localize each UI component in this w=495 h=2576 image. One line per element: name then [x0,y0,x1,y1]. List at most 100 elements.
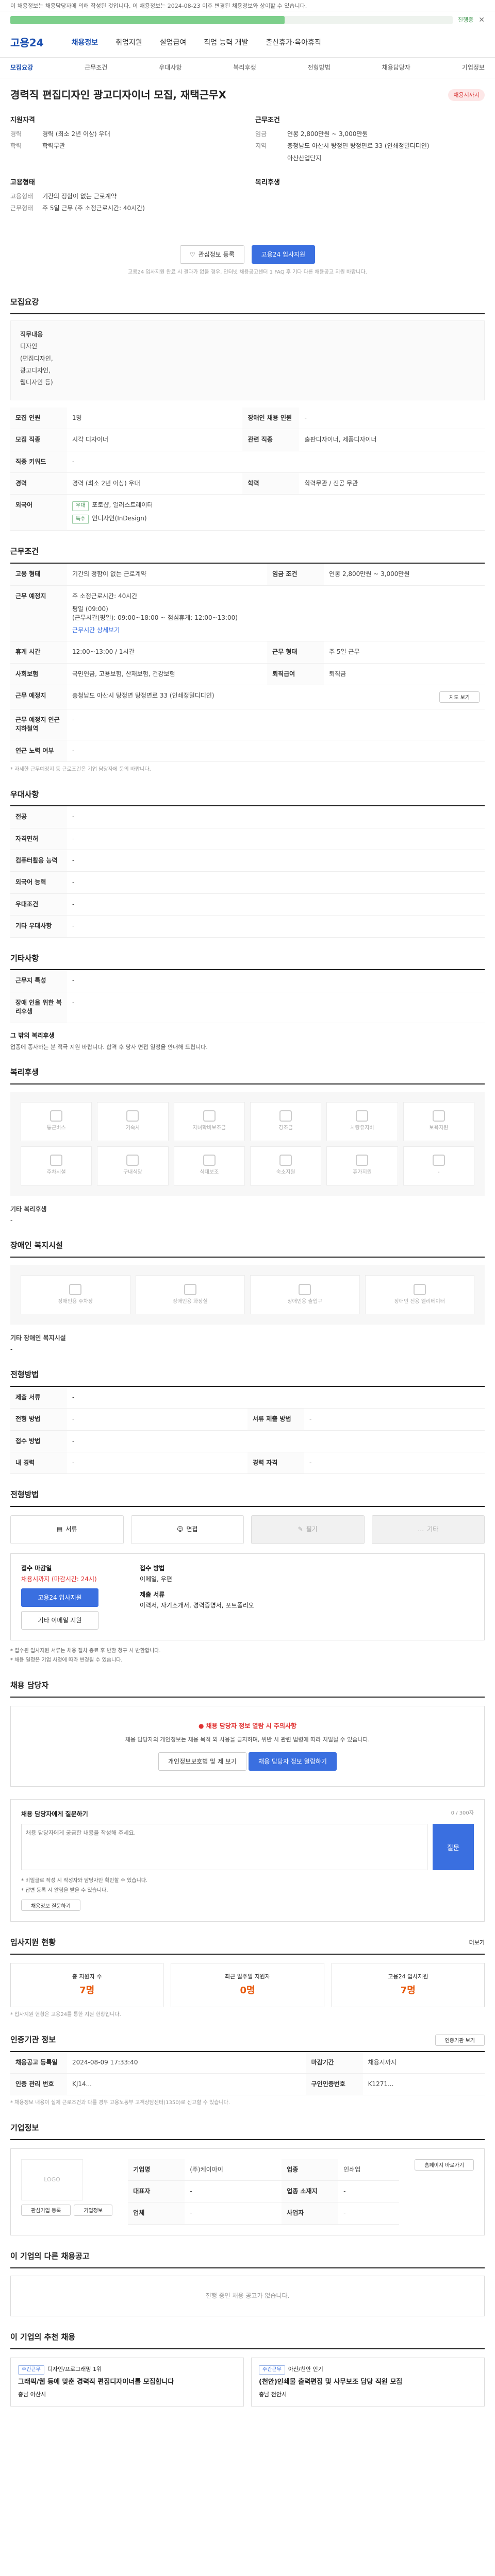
welfare-item: 보육지원 [403,1101,474,1141]
interview-icon: ☺ [176,1526,184,1533]
pref-section: 우대사항 전공 - 자격면허 - 컴퓨터활용 능력 - 외국어 능력 - 우대조건 - 기… [0,789,495,938]
tab-work[interactable]: 근무조건 [85,63,107,72]
reg-button[interactable]: 인증기관 보기 [435,2034,485,2046]
row-key: 사회보험 [10,663,67,685]
company-section: 기업정보 LOGO 관심기업 등록 기업정보 기업명 (주)케이아이 업종 인쇄업 대… [0,2123,495,2235]
gnb-item-training[interactable]: 직업 능력 개발 [204,38,248,48]
tab-pref[interactable]: 우대사항 [159,63,182,72]
company-fav-button[interactable]: 관심기업 등록 [21,2204,71,2216]
employ-type-label: 고용형태 [10,179,35,187]
row-key: 컴퓨터활용 능력 [10,850,67,872]
row-value: - [67,893,485,916]
company-title: 기업정보 [10,2123,485,2140]
welfare-grid: 통근버스 기숙사 자녀학비보조금 경조금 차량유지비 보육지원 주차시설 구내식… [10,1091,485,1196]
email-apply-button[interactable]: 기타 이메일 지원 [21,1611,98,1630]
row-key: 제출 서류 [10,1386,67,1409]
parking-icon [50,1155,63,1166]
row-value: 주 5일 근무 [324,641,485,664]
row-value: - [67,1452,248,1475]
company-info-button[interactable]: 기업정보 [74,2204,113,2216]
row-key: 퇴직급여 [267,663,324,685]
privacy-button[interactable]: 개인정보보호법 및 제 보기 [158,1752,246,1771]
qa-send-button[interactable]: 질문 [433,1824,474,1871]
tab-screening[interactable]: 전형방법 [308,63,331,72]
homepage-button[interactable]: 홈페이지 바로가기 [415,2159,474,2171]
heart-icon: ♡ [189,250,195,258]
row-key: 마감기간 [306,2052,363,2074]
status-progress: 진행중 ✕ [0,11,495,29]
job-title: 경력직 편집디자인 광고디자이너 모집, 재택근무X [10,89,226,101]
apply-button-2[interactable]: 고용24 입사지원 [21,1588,98,1607]
row-value: KJ14... [67,2073,306,2096]
recommend-card[interactable]: 주간근무 아산/천안 인기 (천안)인쇄물 출력편집 및 사무보조 담당 직원 모… [251,2357,485,2406]
welfare-item: 구내식당 [97,1146,169,1185]
row-key: 내 경력 [10,1452,67,1475]
stat-cards: 총 지원자 수 7명 최근 일주일 지원자 0명 고용24 입사지원 7명 [10,1963,485,2008]
row-key: 전형 방법 [10,1408,67,1431]
stats-note: * 입사지원 현황은 고용24를 통한 지원 현황입니다. [10,2012,121,2018]
row-key: 전공 [10,806,67,828]
tab-manager[interactable]: 채용담당자 [382,63,410,72]
schedule-line: 평일 (09:00) [72,605,108,613]
dorm-icon [126,1110,139,1122]
recommend-title: 이 기업의 추천 채용 [10,2332,485,2349]
apply-button[interactable]: 고용24 입사지원 [251,245,316,264]
disability-section: 장애인 복지시설 장애인용 주차장 장애인용 화장실 장애인용 출입구 장애인 … [0,1240,495,1354]
row-value: - [299,407,485,430]
rec-meta: 디자인/프로그래밍 1위 [47,2365,102,2372]
warning-icon: ● [198,1722,204,1730]
welfare-etc-label: 기타 복리후생 [10,1205,47,1213]
process-section: 전형방법 ▤ 서류 ☺ 면접 ✎ 필기 … 기타 접수 마감일 채용시까지 (마감시간:… [0,1489,495,1665]
row-key: 경력 [10,472,67,495]
recommend-section: 이 기업의 추천 채용 주간근무 디자인/프로그래밍 1위 그래픽/웹 등에 맞춘… [0,2332,495,2406]
row-value: - [67,806,485,828]
row-value: - [67,1430,485,1452]
gnb-item-leave[interactable]: 출산휴가·육아휴직 [266,38,321,48]
schedule-link[interactable]: 근무시간 상세보기 [72,626,480,635]
cafeteria-icon [126,1155,139,1166]
parking-icon [69,1283,82,1295]
row-value: - [67,850,485,872]
school-icon [203,1110,216,1122]
alert-body: 채용 담당자의 개인정보는 채용 목적 외 사용을 금지하며, 위반 시 관련 … [125,1736,370,1743]
view-manager-button[interactable]: 채용 담당자 정보 열람하기 [249,1752,337,1771]
duty-line: 디자인 [20,343,38,350]
qa-box: 채용 담당자에게 질문하기 0 / 300자 질문 * 비밀글로 작성 시 작성자… [10,1799,485,1922]
favorite-button[interactable]: ♡ 관심정보 등록 [179,245,244,264]
row-key: 근무지 특성 [10,970,67,992]
duty-line: 광고디자인, [20,367,51,375]
row-key: 학력 [242,472,300,495]
others-section: 이 기업의 다른 채용공고 진행 중인 채용 공고가 없습니다. [0,2251,495,2316]
tab-welfare[interactable]: 복리후생 [233,63,256,72]
tab-recruit[interactable]: 모집요강 [10,63,33,72]
gnb-item-benefit[interactable]: 실업급여 [160,38,187,48]
tab-company[interactable]: 기업정보 [462,63,485,72]
welfare-item: 자녀학비보조금 [173,1101,245,1141]
etc-icon [432,1155,445,1166]
map-button[interactable]: 지도 보기 [439,691,480,703]
career-value: 경력 (최소 2년 이상) 우대 [42,130,110,138]
row-key: 근무 예정지 [10,585,67,642]
more-icon: … [418,1526,424,1533]
address-cell: 충청남도 아산시 탕정면 탕정면로 33 (인쇄정밀디디인) 지도 보기 [67,685,485,709]
row-value: K1271... [362,2073,485,2096]
row-key: 인증 관리 번호 [10,2073,67,2096]
qa-title: 채용 담당자에게 질문하기 [21,1810,88,1818]
favorite-label: 관심정보 등록 [198,251,235,259]
region-value: 충청남도 아산시 탕정면 탕정면로 33 (인쇄정밀디디인) [287,142,430,150]
qa-input[interactable] [21,1824,427,1871]
bus-icon [50,1110,63,1122]
process-title: 전형방법 [10,1489,485,1507]
welfare-title: 복리후생 [10,1067,485,1084]
pref-title: 우대사항 [10,789,485,807]
close-icon[interactable]: ✕ [478,15,485,25]
site-logo[interactable]: 고용24 [10,36,44,50]
rec-meta: 아산/천안 인기 [288,2365,323,2372]
gnb-item-support[interactable]: 취업지원 [116,38,142,48]
gnb-item-jobs[interactable]: 채용정보 [72,38,98,48]
recommend-card[interactable]: 주간근무 디자인/프로그래밍 1위 그래픽/웹 등에 맞춘 경력직 편집디자이너를… [10,2357,244,2406]
row-value: 학력무관 / 전공 무관 [299,472,485,495]
stats-more-link[interactable]: 더보기 [469,1939,485,1947]
rec-title: 그래픽/웹 등에 맞춘 경력직 편집디자이너를 모집합니다 [18,2378,174,2386]
qa-link-button[interactable]: 채용정보 질문하기 [21,1900,80,1911]
